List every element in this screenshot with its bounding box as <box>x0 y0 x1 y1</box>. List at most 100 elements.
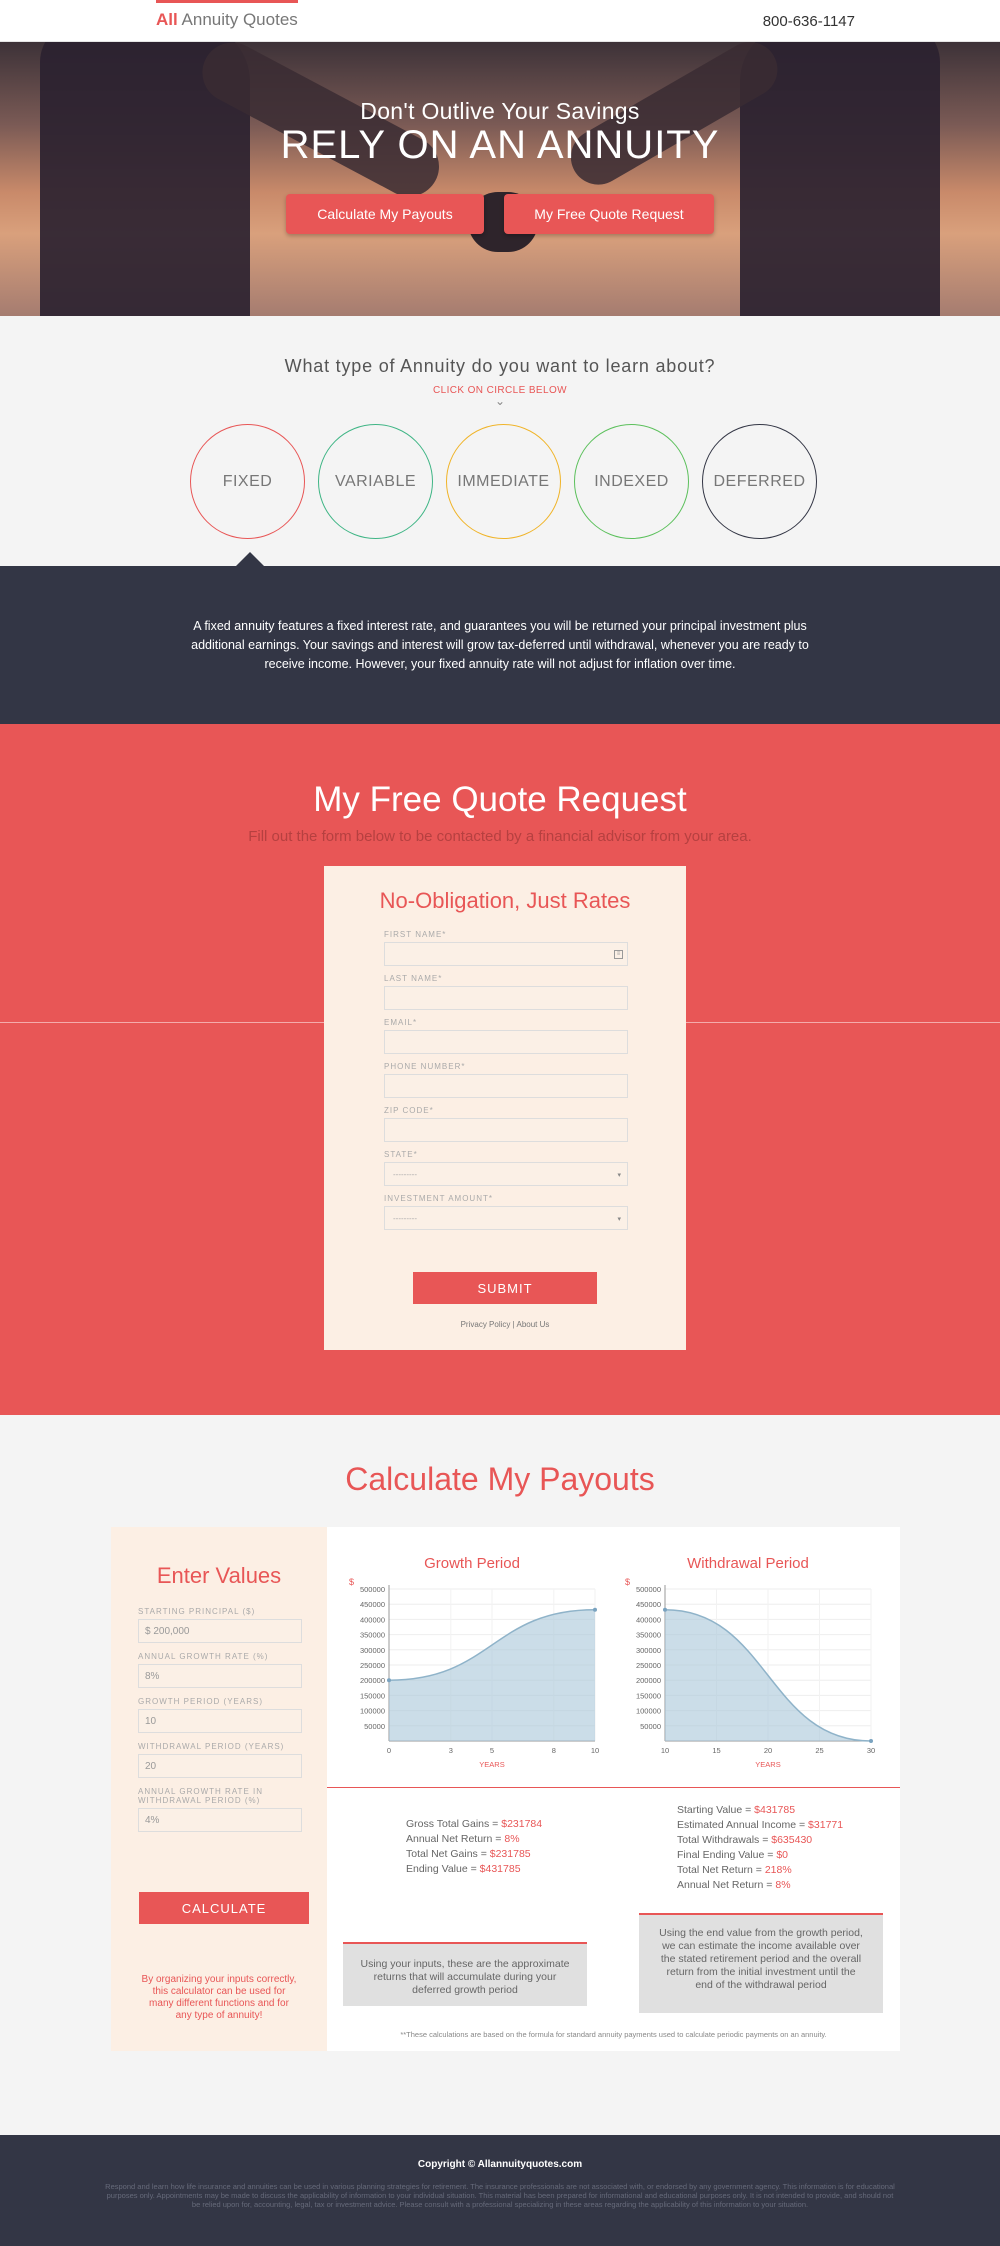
quote-subtitle: Fill out the form below to be contacted … <box>248 828 752 845</box>
calculator-fields: STARTING PRINCIPAL ($) $ 200,000 ANNUAL … <box>138 1607 302 1832</box>
legal-disclaimer: Respond and learn how life insurance and… <box>105 2182 895 2209</box>
x-tick-label: 20 <box>764 1746 772 1755</box>
annuity-description-section: A fixed annuity features a fixed interes… <box>0 566 1000 724</box>
starting-principal-input[interactable]: $ 200,000 <box>138 1619 302 1643</box>
y-tick-label: 300000 <box>636 1646 661 1655</box>
growth-summary-box: Using your inputs, these are the approxi… <box>343 1942 587 2006</box>
x-axis-label: YEARS <box>755 1760 780 1769</box>
state-selected-value: --------- <box>393 1170 417 1179</box>
withdrawal-period-input[interactable]: 20 <box>138 1754 302 1778</box>
growth-stats: Gross Total Gains = $231784 Annual Net R… <box>406 1817 542 1877</box>
privacy-policy-link[interactable]: Privacy Policy <box>461 1320 511 1329</box>
withdrawal-growth-rate-input[interactable]: 4% <box>138 1808 302 1832</box>
growth-rate-input[interactable]: 8% <box>138 1664 302 1688</box>
withdrawal-chart-svg: $50000 100000 150000 200000 250000 300000 3500… <box>625 1577 875 1769</box>
x-tick-label: 3 <box>449 1746 453 1755</box>
y-tick-label: 300000 <box>360 1646 385 1655</box>
hero-title: RELY ON AN ANNUITY <box>280 123 720 167</box>
hero-buttons: Calculate My Payouts My Free Quote Reque… <box>0 194 1000 234</box>
growth-stat-row: Gross Total Gains = $231784 <box>406 1818 543 1830</box>
withdrawal-summary-box: Using the end value from the growth peri… <box>639 1913 883 2013</box>
y-tick-label: 150000 <box>360 1691 385 1700</box>
circle-variable[interactable]: VARIABLE <box>318 424 433 539</box>
withdrawal-stat-row: Starting Value = $431785 <box>677 1804 796 1816</box>
hero-subtitle: Don't Outlive Your Savings <box>360 98 640 124</box>
investment-select[interactable]: --------- ▾ <box>384 1206 628 1230</box>
submit-button[interactable]: SUBMIT <box>413 1272 597 1304</box>
circle-deferred[interactable]: DEFERRED <box>702 424 817 539</box>
y-tick-label: 50000 <box>640 1722 661 1731</box>
phone-number[interactable]: 800-636-1147 <box>763 13 855 30</box>
calculate-button[interactable]: CALCULATE <box>139 1892 309 1924</box>
logo-rest-text: Annuity Quotes <box>181 10 298 29</box>
hero-banner: Don't Outlive Your Savings RELY ON AN AN… <box>0 42 1000 316</box>
data-point <box>869 1739 873 1743</box>
top-bar: All Annuity Quotes 800-636-1147 <box>0 0 1000 42</box>
first-name-field[interactable]: ≡ <box>384 942 628 966</box>
investment-label: INVESTMENT AMOUNT* <box>384 1194 493 1203</box>
y-axis-label: $ <box>625 1577 630 1587</box>
email-field[interactable] <box>384 1030 628 1054</box>
x-tick-label: 10 <box>661 1746 669 1755</box>
link-separator: | <box>512 1320 515 1329</box>
autofill-icon[interactable]: ≡ <box>614 950 623 959</box>
y-tick-label: 500000 <box>360 1585 385 1594</box>
withdrawal-summary-text: Using the end value from the growth peri… <box>659 1927 863 1991</box>
calculator-note: By organizing your inputs correctly, thi… <box>141 1974 297 2021</box>
withdrawal-stat-row: Final Ending Value = $0 <box>677 1849 789 1861</box>
circle-indexed[interactable]: INDEXED <box>574 424 689 539</box>
annuity-type-circles: FIXED VARIABLE IMMEDIATE INDEXED DEFERRE… <box>190 424 817 539</box>
x-axis-label: YEARS <box>479 1760 504 1769</box>
email-label: EMAIL* <box>384 1018 418 1027</box>
calculate-payouts-button[interactable]: Calculate My Payouts <box>286 194 484 234</box>
about-us-link[interactable]: About Us <box>516 1320 549 1329</box>
first-name-label: FIRST NAME* <box>384 930 447 939</box>
annuity-description: A fixed annuity features a fixed interes… <box>191 618 809 671</box>
investment-selected-value: --------- <box>393 1214 417 1223</box>
chevron-down-icon: ▾ <box>617 1216 621 1223</box>
last-name-label: LAST NAME* <box>384 974 443 983</box>
circle-label: IMMEDIATE <box>457 472 550 490</box>
y-tick-label: 100000 <box>360 1707 385 1716</box>
phone-field[interactable] <box>384 1074 628 1098</box>
y-tick-label: 350000 <box>360 1631 385 1640</box>
withdrawal-stat-row: Estimated Annual Income = $31771 <box>677 1819 844 1831</box>
annuity-types-section: What type of Annuity do you want to lear… <box>0 316 1000 566</box>
state-select[interactable]: --------- ▾ <box>384 1162 628 1186</box>
footer: Copyright © Allannuityquotes.com Respond… <box>0 2135 1000 2246</box>
growth-stat-row: Ending Value = $431785 <box>406 1863 521 1875</box>
withdrawal-stats: Starting Value = $431785 Estimated Annua… <box>677 1803 843 1893</box>
withdrawal-chart: Withdrawal Period $50000 100000 150000 2000… <box>613 1555 883 1771</box>
y-tick-label: 400000 <box>360 1615 385 1624</box>
data-point <box>593 1607 597 1612</box>
logo-accent-line <box>156 0 298 3</box>
circle-label: DEFERRED <box>713 472 806 490</box>
types-question: What type of Annuity do you want to lear… <box>284 356 716 376</box>
site-logo[interactable]: All Annuity Quotes <box>156 10 298 30</box>
last-name-field[interactable] <box>384 986 628 1010</box>
circle-immediate[interactable]: IMMEDIATE <box>446 424 561 539</box>
withdrawal-period-label: WITHDRAWAL PERIOD (YEARS) <box>138 1742 285 1751</box>
zip-field[interactable] <box>384 1118 628 1142</box>
x-tick-label: 30 <box>867 1746 875 1755</box>
withdrawal-growth-rate-label: ANNUAL GROWTH RATE IN WITHDRAWAL PERIOD … <box>138 1787 264 1805</box>
growth-period-label: GROWTH PERIOD (YEARS) <box>138 1697 264 1706</box>
withdrawal-stat-row: Total Net Return = 218% <box>677 1864 792 1876</box>
calculator-section: Calculate My Payouts Enter Values STARTI… <box>0 1415 1000 2135</box>
circle-fixed[interactable]: FIXED <box>190 424 305 539</box>
form-title: No-Obligation, Just Rates <box>379 888 631 913</box>
chevron-down-icon: ▾ <box>617 1172 621 1179</box>
y-tick-label: 450000 <box>636 1600 661 1609</box>
data-point <box>387 1678 391 1683</box>
y-tick-label: 150000 <box>636 1691 661 1700</box>
growth-period-input[interactable]: 10 <box>138 1709 302 1733</box>
data-point <box>663 1607 667 1612</box>
growth-chart: Growth Period $50000 100000 150000 200000 25… <box>337 1555 607 1771</box>
chevron-down-icon: ⌄ <box>494 394 506 408</box>
zip-label: ZIP CODE* <box>384 1106 434 1115</box>
y-tick-label: 200000 <box>636 1676 661 1685</box>
circle-label: FIXED <box>222 472 273 490</box>
free-quote-button[interactable]: My Free Quote Request <box>504 194 714 234</box>
x-tick-label: 15 <box>712 1746 720 1755</box>
hero-content: Don't Outlive Your Savings RELY ON AN AN… <box>0 98 1000 234</box>
